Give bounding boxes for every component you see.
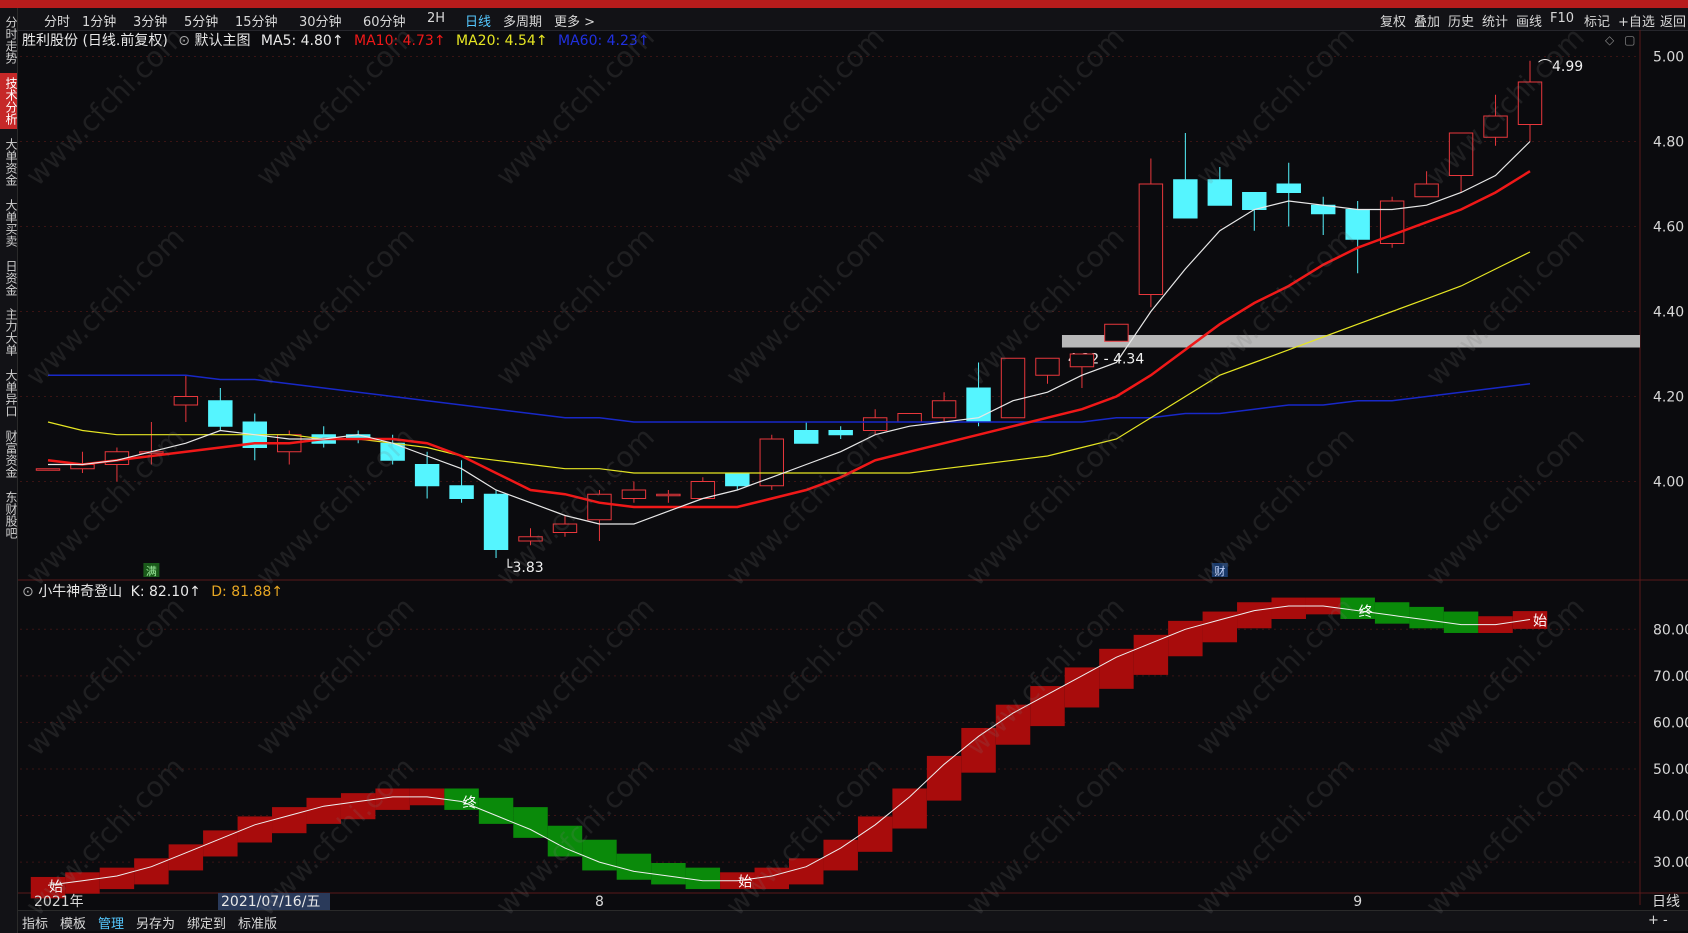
candle-body <box>725 472 750 487</box>
main-chart-header: 胜利股份 (日线.前复权) ⊙ 默认主图 MA5: 4.80↑ MA10: 4.… <box>22 30 650 50</box>
indicator-tick-label: 50.00 <box>1653 762 1688 778</box>
kd-signal-label: 终 <box>1359 605 1373 621</box>
candle-body <box>621 489 647 499</box>
candle-body <box>1138 183 1164 295</box>
kd-bar <box>1237 602 1272 629</box>
candle-body <box>1414 183 1439 198</box>
x-axis-period-label: 日线 <box>1652 894 1680 910</box>
indicator-tick-label: 80.00 <box>1653 622 1688 638</box>
kd-bar <box>1443 611 1479 633</box>
kd-bar <box>685 867 721 890</box>
candle-body <box>1173 179 1198 219</box>
kd-bar <box>651 862 686 885</box>
candle-body <box>759 438 784 487</box>
candle-body <box>414 464 440 487</box>
candle-body <box>1035 357 1060 376</box>
candle-body <box>208 400 233 427</box>
sub-chart-header: ⊙ 小牛神奇登山 K: 82.10↑ D: 81.88↑ <box>22 581 283 601</box>
indicator-tick-label: 40.00 <box>1653 809 1688 825</box>
kd-bar <box>926 755 962 801</box>
price-tick-label: 4.60 <box>1653 220 1684 236</box>
collapse-icon[interactable]: ⊙ <box>22 584 34 600</box>
price-tick-label: 4.20 <box>1653 390 1684 406</box>
price-tick-label: 4.40 <box>1653 305 1684 321</box>
ma5-label: MA5: 4.80↑ <box>260 33 344 49</box>
candle-body <box>897 413 922 423</box>
candle-body <box>931 400 957 419</box>
indicator-tick-label: 70.00 <box>1653 669 1688 685</box>
candle-body <box>35 468 61 471</box>
kd-bar <box>99 867 135 890</box>
support-zone-band <box>1061 335 1640 348</box>
kd-signal-label: 终 <box>463 796 477 812</box>
ma20-label: MA20: 4.54↑ <box>456 33 548 49</box>
candle-body <box>1069 353 1095 368</box>
chart-corner-icons: ◇ ▢ <box>1605 33 1635 47</box>
kd-bar <box>1099 648 1134 689</box>
bottom-tab-1[interactable]: 模板 <box>60 913 86 932</box>
kd-bar <box>616 853 652 880</box>
price-tick-label: 4.80 <box>1653 135 1684 151</box>
indicator-tick-label: 60.00 <box>1653 715 1688 731</box>
indicator-name[interactable]: 默认主图 <box>194 33 250 49</box>
candle-body <box>966 387 991 423</box>
diamond-icon[interactable]: ◇ <box>1605 33 1614 47</box>
event-marker-man: 满 <box>146 565 157 578</box>
zoom-controls-icon[interactable]: + - <box>1648 913 1668 928</box>
candle-body <box>1276 183 1301 193</box>
x-axis-month-label: 8 <box>595 894 604 910</box>
candle-body <box>794 430 819 444</box>
panel-icon[interactable]: ▢ <box>1624 33 1635 47</box>
bottom-tab-3[interactable]: 另存为 <box>136 913 175 932</box>
kd-bar <box>1409 606 1444 629</box>
candle-body <box>449 485 474 499</box>
kd-bar <box>272 807 307 834</box>
candle-body <box>1104 323 1129 342</box>
kd-bar <box>1271 597 1306 620</box>
kd-bar <box>1374 602 1410 624</box>
price-tick-label: 5.00 <box>1653 50 1684 66</box>
x-axis-month-label: 9 <box>1353 894 1362 910</box>
sub-indicator-name[interactable]: 小牛神奇登山 <box>38 584 122 600</box>
candle-body <box>483 493 509 550</box>
kd-bar <box>857 816 893 852</box>
kd-bar <box>892 788 927 829</box>
indicator-tick-label: 30.00 <box>1653 855 1688 871</box>
candle-body <box>173 396 199 406</box>
bottom-tab-2[interactable]: 管理 <box>98 913 124 932</box>
kd-bar <box>1133 634 1169 675</box>
price-tick-label: 4.00 <box>1653 475 1684 491</box>
bottom-tab-4[interactable]: 绑定到 <box>187 913 226 932</box>
kd-bar <box>513 807 548 838</box>
candle-body <box>828 430 853 436</box>
candle-body <box>656 493 681 497</box>
